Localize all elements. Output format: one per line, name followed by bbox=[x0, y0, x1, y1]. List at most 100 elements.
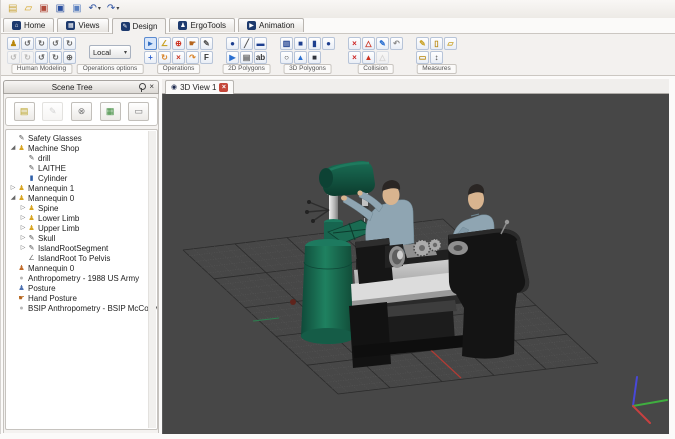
ribbon-tool-button[interactable]: ▥ bbox=[280, 37, 293, 50]
scene-tree-toolbar-button[interactable]: ▦ bbox=[100, 102, 121, 121]
ribbon-tool-button[interactable]: ⊕ bbox=[172, 37, 185, 50]
tree-item[interactable]: ▷ ♟ Lower Limb bbox=[6, 213, 157, 223]
tree-expander-icon[interactable]: ▷ bbox=[19, 215, 27, 221]
ribbon-tool-button[interactable]: × bbox=[348, 51, 361, 64]
ribbon-tool-button[interactable]: ↶ bbox=[390, 37, 403, 50]
ribbon-tool-button[interactable]: ↕ bbox=[430, 51, 443, 64]
scene-tree-toolbar-button[interactable]: ✎ bbox=[42, 102, 63, 121]
ribbon-tool-button[interactable]: ⊕ bbox=[63, 51, 76, 64]
ribbon-tab[interactable]: ▦ Views bbox=[57, 18, 108, 32]
ribbon-tool-button[interactable]: ↺ bbox=[21, 37, 34, 50]
tree-item[interactable]: ▷ ♟ Mannequin 1 bbox=[6, 183, 157, 193]
quick-access-button[interactable]: ▣ bbox=[72, 4, 82, 14]
quick-access-button[interactable]: ▱ bbox=[24, 4, 33, 14]
ribbon-tool-button[interactable]: ● bbox=[226, 37, 239, 50]
quick-access-button[interactable]: ↶▾ bbox=[89, 4, 101, 14]
ribbon-tool-button[interactable]: △ bbox=[362, 37, 375, 50]
ribbon-tool-button[interactable]: ╱ bbox=[240, 37, 253, 50]
ribbon-tool-button[interactable]: △ bbox=[376, 51, 389, 64]
ribbon-tool-button[interactable]: ∠ bbox=[158, 37, 171, 50]
ribbon-tool-button[interactable]: ↻ bbox=[35, 37, 48, 50]
quick-access-button[interactable]: ▤ bbox=[8, 4, 18, 14]
scene-tree-header[interactable]: Scene Tree × bbox=[3, 80, 159, 94]
tree-scrollbar[interactable] bbox=[148, 131, 156, 428]
reference-frame-dropdown[interactable]: Local ▾ bbox=[89, 45, 131, 59]
tree-item[interactable]: ● Anthropometry - 1988 US Army bbox=[6, 273, 157, 283]
ribbon-tab[interactable]: ⌂ Home bbox=[3, 18, 54, 32]
tree-item[interactable]: ∠ IslandRoot To Pelvis bbox=[6, 253, 157, 263]
viewport-3d[interactable] bbox=[162, 94, 669, 434]
tree-item[interactable]: ♟ Posture bbox=[6, 283, 157, 293]
ribbon-tool-button[interactable]: ✎ bbox=[416, 37, 429, 50]
view-tab-close-icon[interactable]: × bbox=[219, 83, 228, 92]
quick-access-button[interactable]: ↷▾ bbox=[107, 4, 119, 14]
ribbon-tool-button[interactable]: × bbox=[348, 37, 361, 50]
tree-expander-icon[interactable]: ▷ bbox=[9, 185, 17, 191]
ribbon-tool-button[interactable]: + bbox=[144, 51, 157, 64]
scene-tree-toolbar-button[interactable]: ▭ bbox=[128, 102, 149, 121]
ribbon-tool-button[interactable]: ■ bbox=[294, 37, 307, 50]
tree-item[interactable]: ☛ Hand Posture bbox=[6, 293, 157, 303]
ribbon-tool-button[interactable]: ab bbox=[254, 51, 267, 64]
ribbon-tool-button[interactable]: ▬ bbox=[254, 37, 267, 50]
ribbon-tool-button[interactable]: ▤ bbox=[240, 51, 253, 64]
view-tab-3d-view-1[interactable]: ◉ 3D View 1 × bbox=[165, 80, 234, 94]
ribbon-tool-button[interactable]: ▭ bbox=[416, 51, 429, 64]
tree-expander-icon[interactable]: ◢ bbox=[9, 145, 17, 151]
ribbon-tab[interactable]: ✎ Design bbox=[112, 18, 167, 34]
ribbon-tool-button[interactable]: F bbox=[200, 51, 213, 64]
scene-tree-toolbar-button[interactable]: ▤ bbox=[14, 102, 35, 121]
ribbon-tool-button[interactable]: ↻ bbox=[49, 51, 62, 64]
tree-item[interactable]: ♟ Mannequin 0 bbox=[6, 263, 157, 273]
ribbon-tool-button[interactable]: ☛ bbox=[186, 37, 199, 50]
tree-item[interactable]: ● BSIP Anthropometry - BSIP McConville..… bbox=[6, 303, 157, 313]
tree-item[interactable]: ◢ ♟ Machine Shop bbox=[6, 143, 157, 153]
tree-item[interactable]: ▮ Cylinder bbox=[6, 173, 157, 183]
tree-expander-icon[interactable]: ▷ bbox=[19, 245, 27, 251]
ribbon-tool-button[interactable]: ✎ bbox=[376, 37, 389, 50]
tree-item[interactable]: ▷ ♟ Upper Limb bbox=[6, 223, 157, 233]
ribbon-tool-button[interactable]: ► bbox=[144, 37, 157, 50]
quick-access-button[interactable]: ▣ bbox=[39, 4, 49, 14]
ribbon-tool-button[interactable]: ↷ bbox=[186, 51, 199, 64]
tree-item[interactable]: ✎ LAITHE bbox=[6, 163, 157, 173]
ribbon-tool-button[interactable]: × bbox=[172, 51, 185, 64]
ribbon-tool-button[interactable]: ▱ bbox=[444, 37, 457, 50]
ribbon-tool-button[interactable]: ▯ bbox=[430, 37, 443, 50]
ribbon-tool-button[interactable]: ● bbox=[322, 37, 335, 50]
pin-icon[interactable] bbox=[139, 83, 146, 92]
ribbon-tool-button[interactable]: ■ bbox=[308, 51, 321, 64]
ribbon-tool-button[interactable]: ↻ bbox=[63, 37, 76, 50]
ribbon-tool-button[interactable]: ↻ bbox=[158, 51, 171, 64]
tree-item[interactable]: ✎ Safety Glasses bbox=[6, 133, 157, 143]
ribbon-tool-button[interactable]: ↺ bbox=[7, 51, 20, 64]
ribbon-tool-button[interactable]: ↻ bbox=[21, 51, 34, 64]
ribbon-tool-button[interactable]: ♟ bbox=[7, 37, 20, 50]
tree-expander-icon[interactable]: ◢ bbox=[9, 195, 17, 201]
tree-item[interactable]: ✎ drill bbox=[6, 153, 157, 163]
tree-expander-icon[interactable]: ▷ bbox=[19, 225, 27, 231]
gear-hub bbox=[419, 245, 425, 251]
ribbon-tab[interactable]: ▶ Animation bbox=[238, 18, 304, 32]
ribbon-tab[interactable]: ♟ ErgoTools bbox=[169, 18, 235, 32]
ribbon-tool-button[interactable]: ▲ bbox=[294, 51, 307, 64]
quick-access-button[interactable]: ▣ bbox=[56, 4, 66, 14]
ribbon-tool-button[interactable]: ✎ bbox=[200, 37, 213, 50]
tree-item[interactable]: ▷ ✎ Skull bbox=[6, 233, 157, 243]
group-label: 2D Polygons bbox=[222, 64, 271, 74]
ribbon-tool-button[interactable]: ↺ bbox=[49, 37, 62, 50]
tree-item-icon: ♟ bbox=[27, 225, 36, 232]
ribbon-tool-button[interactable]: ▮ bbox=[308, 37, 321, 50]
ribbon-tool-button[interactable]: ▲ bbox=[362, 51, 375, 64]
tree-item[interactable]: ◢ ♟ Mannequin 0 bbox=[6, 193, 157, 203]
close-icon[interactable]: × bbox=[149, 83, 154, 91]
scene-tree-toolbar-button[interactable]: ⊗ bbox=[71, 102, 92, 121]
tree-expander-icon[interactable]: ▷ bbox=[19, 205, 27, 211]
ribbon-tool-button[interactable]: ▶ bbox=[226, 51, 239, 64]
tree-item[interactable]: ▷ ✎ IslandRootSegment bbox=[6, 243, 157, 253]
tree-expander-icon[interactable]: ▷ bbox=[19, 235, 27, 241]
ribbon-tool-button[interactable]: ↺ bbox=[35, 51, 48, 64]
lathe[interactable] bbox=[349, 220, 529, 368]
tree-item[interactable]: ▷ ♟ Spine bbox=[6, 203, 157, 213]
ribbon-tool-button[interactable]: ○ bbox=[280, 51, 293, 64]
